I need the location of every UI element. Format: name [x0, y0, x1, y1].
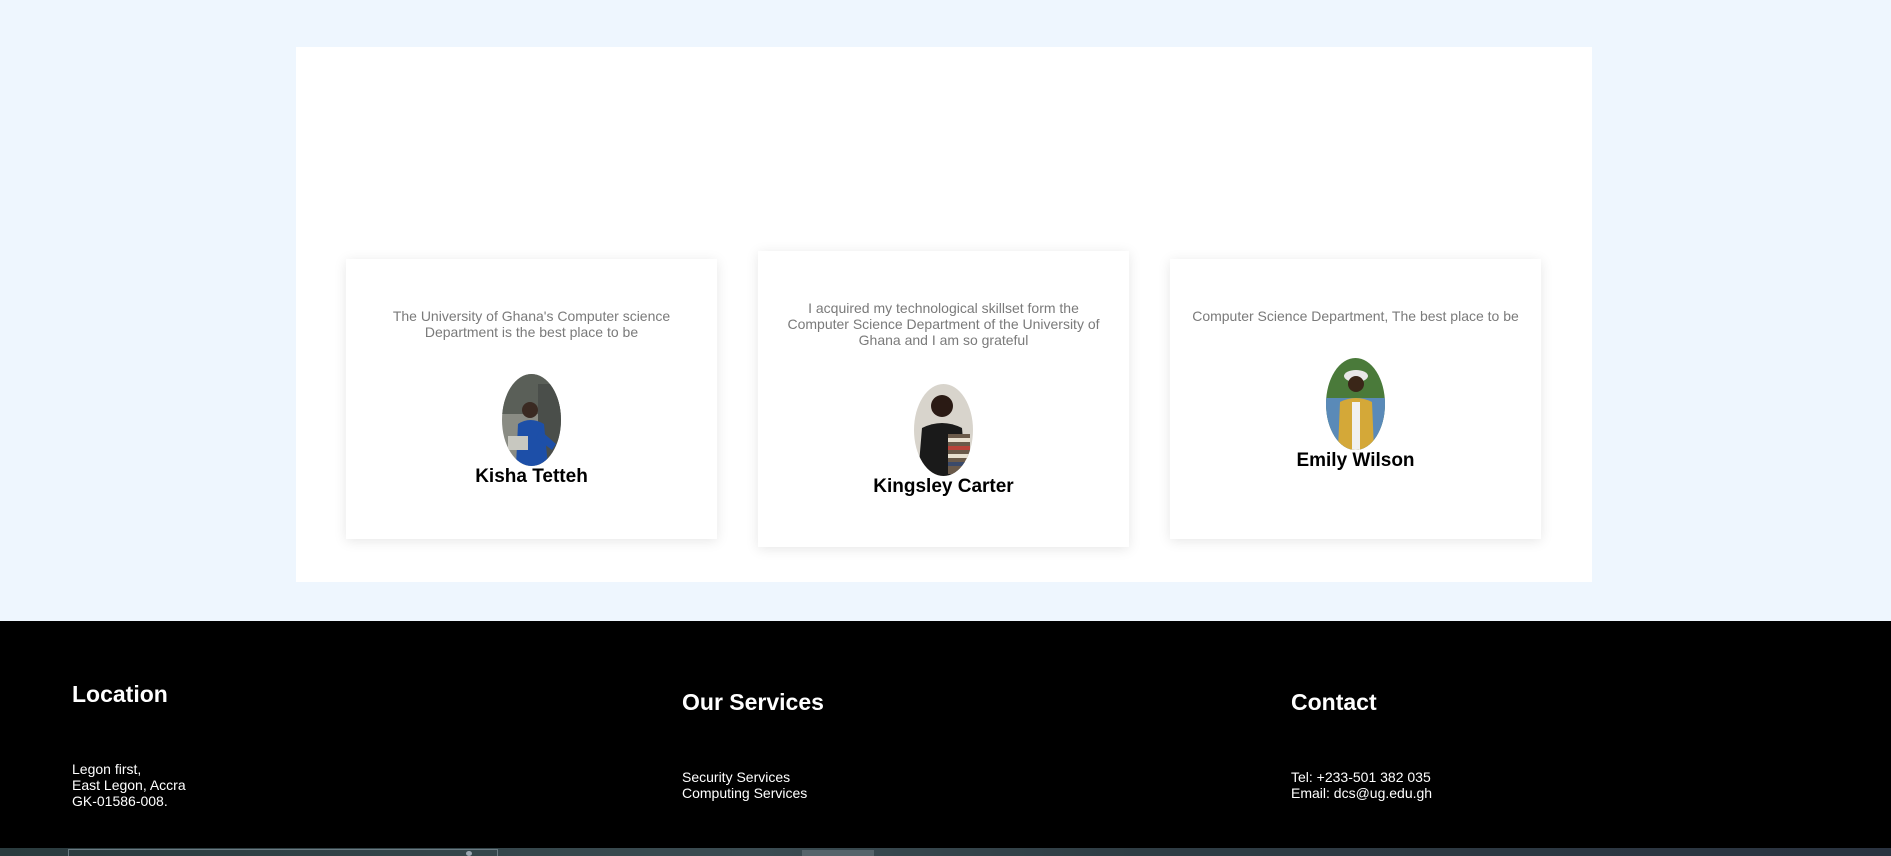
testimonial-quote: Computer Science Department, The best pl…	[1192, 308, 1519, 324]
footer-contact: Contact Tel: +233-501 382 035 Email: dcs…	[1291, 689, 1432, 801]
avatar	[502, 374, 561, 466]
testimonial-card: I acquired my technological skillset for…	[758, 251, 1129, 547]
testimonial-quote: I acquired my technological skillset for…	[787, 300, 1100, 348]
email-address[interactable]: Email: dcs@ug.edu.gh	[1291, 785, 1432, 801]
address-line: GK-01586-008.	[72, 793, 168, 809]
footer-heading: Our Services	[682, 689, 824, 715]
site-footer: Location Legon first, East Legon, Accra …	[0, 621, 1891, 856]
services-list: Security Services Computing Services	[682, 769, 824, 801]
taskbar-search-box[interactable]	[68, 849, 498, 856]
service-link[interactable]: Computing Services	[682, 785, 824, 801]
testimonial-name: Emily Wilson	[1296, 450, 1415, 471]
person-photo-icon	[914, 384, 973, 476]
testimonial-name: Kisha Tetteh	[475, 466, 588, 487]
testimonial-card: The University of Ghana's Computer scien…	[346, 259, 717, 539]
footer-heading: Location	[72, 681, 168, 707]
testimonial-name: Kingsley Carter	[873, 476, 1014, 497]
testimonial-card: Computer Science Department, The best pl…	[1170, 259, 1541, 539]
avatar	[914, 384, 973, 476]
search-icon	[466, 851, 472, 856]
footer-heading: Contact	[1291, 689, 1377, 715]
phone-number[interactable]: Tel: +233-501 382 035	[1291, 769, 1432, 785]
footer-location: Location Legon first, East Legon, Accra …	[72, 681, 186, 809]
address-line: Legon first,	[72, 761, 142, 777]
taskbar-tab[interactable]	[802, 850, 874, 856]
testimonial-quote: The University of Ghana's Computer scien…	[392, 308, 671, 340]
address: Legon first, East Legon, Accra GK-01586-…	[72, 761, 186, 809]
person-photo-icon	[1326, 358, 1385, 450]
avatar	[1326, 358, 1385, 450]
footer-services: Our Services Security Services Computing…	[682, 689, 824, 801]
service-link[interactable]: Security Services	[682, 769, 824, 785]
contact-info: Tel: +233-501 382 035 Email: dcs@ug.edu.…	[1291, 769, 1432, 801]
testimonials-section: The University of Ghana's Computer scien…	[296, 47, 1592, 582]
page: The University of Ghana's Computer scien…	[0, 0, 1891, 856]
address-line: East Legon, Accra	[72, 777, 186, 793]
person-photo-icon	[502, 374, 561, 466]
